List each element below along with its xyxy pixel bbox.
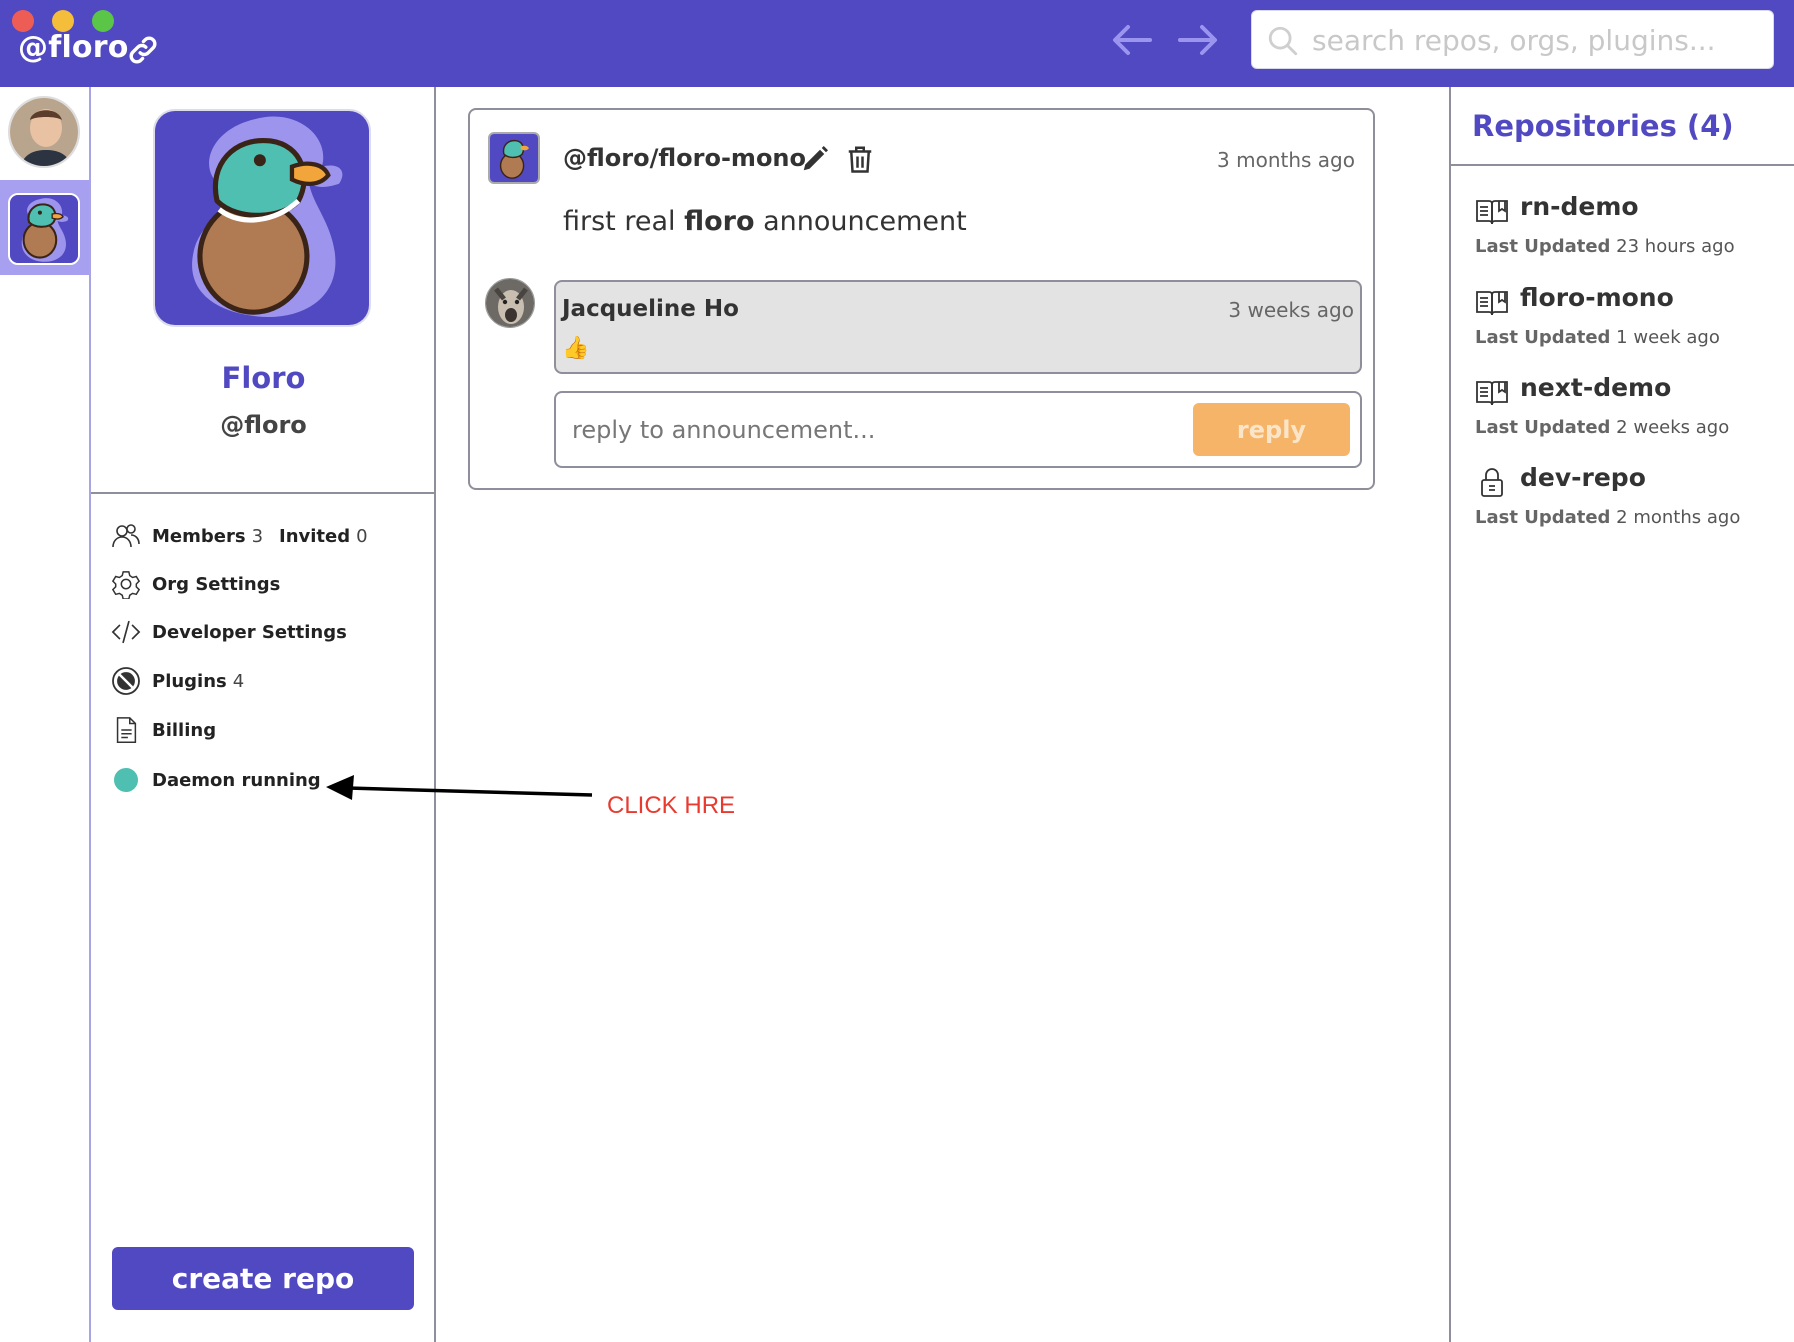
sidebar-item-plugins[interactable]: Plugins 4 [110, 665, 244, 697]
members-label: Members [152, 525, 246, 547]
sidebar-item-developer-settings[interactable]: Developer Settings [110, 616, 347, 648]
book-icon [1476, 381, 1508, 406]
announcement-body-post: announcement [754, 206, 967, 237]
user-avatar[interactable] [8, 96, 80, 168]
repo-meta: Last Updated 1 week ago [1475, 327, 1720, 348]
current-handle: @floro [18, 30, 129, 65]
book-icon [1476, 200, 1508, 225]
code-icon [110, 616, 142, 648]
trash-icon[interactable] [845, 144, 875, 174]
plugins-label: Plugins [152, 670, 227, 692]
pencil-icon[interactable] [800, 144, 830, 174]
repo-name[interactable]: next-demo [1520, 373, 1671, 402]
sidebar-divider [91, 492, 436, 494]
reply-box: reply [554, 391, 1362, 468]
sidebar-item-billing[interactable]: Billing [110, 714, 216, 746]
reply-body: 👍 [562, 336, 590, 361]
daemon-status-label: Daemon running [152, 769, 321, 791]
search-input[interactable] [1312, 21, 1762, 59]
window-close-button[interactable] [12, 10, 34, 32]
reply-button[interactable]: reply [1193, 403, 1350, 456]
repo-meta-label: Last Updated [1475, 417, 1611, 438]
repositories-panel: Repositories (4) rn-demo Last Updated 23… [1449, 87, 1794, 1342]
repo-name[interactable]: dev-repo [1520, 463, 1646, 492]
announcement-card: @floro/floro-mono 3 months ago first rea… [468, 108, 1375, 490]
invited-count: 0 [356, 525, 368, 547]
lock-icon [1481, 468, 1503, 497]
announcement-body-pre: first real [563, 206, 685, 237]
plugin-icon [110, 665, 142, 697]
members-count: 3 [251, 525, 264, 547]
announcement-org-avatar[interactable] [488, 132, 540, 184]
announcement-body-bold: floro [684, 206, 755, 237]
org-settings-label: Org Settings [152, 573, 281, 595]
sidebar-item-members[interactable]: Members 3 Invited 0 [110, 520, 368, 552]
forward-arrow-icon[interactable] [1176, 20, 1220, 60]
invited-label: Invited [279, 525, 351, 547]
document-icon [110, 714, 142, 746]
users-icon [110, 520, 142, 552]
repo-name[interactable]: rn-demo [1520, 192, 1639, 221]
reply-author-name[interactable]: Jacqueline Ho [562, 296, 739, 322]
org-avatar [153, 109, 371, 327]
sidebar-item-org-settings[interactable]: Org Settings [110, 568, 280, 600]
repo-meta: Last Updated 23 hours ago [1475, 236, 1735, 257]
sidebar-item-daemon-status[interactable]: Daemon running [110, 764, 321, 796]
repo-meta-label: Last Updated [1475, 236, 1611, 257]
org-handle: @floro [220, 411, 307, 439]
org-avatar-small[interactable] [8, 193, 80, 265]
developer-settings-label: Developer Settings [152, 621, 347, 643]
title-bar: @floro [0, 0, 1794, 87]
search-bar[interactable] [1251, 10, 1774, 69]
window-minimize-button[interactable] [52, 10, 74, 32]
book-icon [1476, 291, 1508, 316]
repo-meta-label: Last Updated [1475, 327, 1611, 348]
window-maximize-button[interactable] [92, 10, 114, 32]
reply-time: 3 weeks ago [1228, 298, 1354, 322]
plugins-count: 4 [232, 670, 245, 692]
search-icon [1268, 26, 1298, 56]
repo-updated: 23 hours ago [1616, 236, 1735, 257]
reply-input[interactable] [572, 411, 1172, 449]
org-sidebar: Floro @floro Members 3 Invited 0 Org Set… [91, 87, 436, 1342]
repo-item-dev-repo[interactable]: dev-repo Last Updated 2 months ago [1475, 463, 1785, 543]
repo-name[interactable]: floro-mono [1520, 283, 1674, 312]
repo-updated: 2 months ago [1616, 507, 1741, 528]
account-rail [0, 87, 91, 1342]
org-name: Floro [221, 361, 306, 395]
repo-updated: 2 weeks ago [1616, 417, 1730, 438]
repositories-heading: Repositories (4) [1472, 109, 1734, 143]
gear-icon [110, 568, 142, 600]
annotation-arrow [326, 775, 593, 800]
announcement-repo-handle[interactable]: @floro/floro-mono [563, 144, 806, 172]
repo-item-next-demo[interactable]: next-demo Last Updated 2 weeks ago [1475, 373, 1785, 453]
repositories-divider [1451, 164, 1794, 166]
link-icon[interactable] [126, 33, 160, 67]
repo-meta: Last Updated 2 weeks ago [1475, 417, 1729, 438]
repo-item-rn-demo[interactable]: rn-demo Last Updated 23 hours ago [1475, 192, 1785, 272]
repo-item-floro-mono[interactable]: floro-mono Last Updated 1 week ago [1475, 283, 1785, 363]
announcement-body: first real floro announcement [563, 206, 967, 237]
create-repo-button[interactable]: create repo [112, 1247, 414, 1310]
annotation-text: CLICK HRE [607, 792, 736, 819]
reply-author-avatar[interactable] [485, 278, 535, 328]
repo-meta: Last Updated 2 months ago [1475, 507, 1740, 528]
reply-comment: Jacqueline Ho 3 weeks ago 👍 [554, 280, 1362, 374]
back-arrow-icon[interactable] [1110, 20, 1154, 60]
announcement-time: 3 months ago [1217, 148, 1355, 172]
billing-label: Billing [152, 719, 217, 741]
repo-updated: 1 week ago [1616, 327, 1720, 348]
status-dot-icon [110, 764, 142, 796]
repo-meta-label: Last Updated [1475, 507, 1611, 528]
